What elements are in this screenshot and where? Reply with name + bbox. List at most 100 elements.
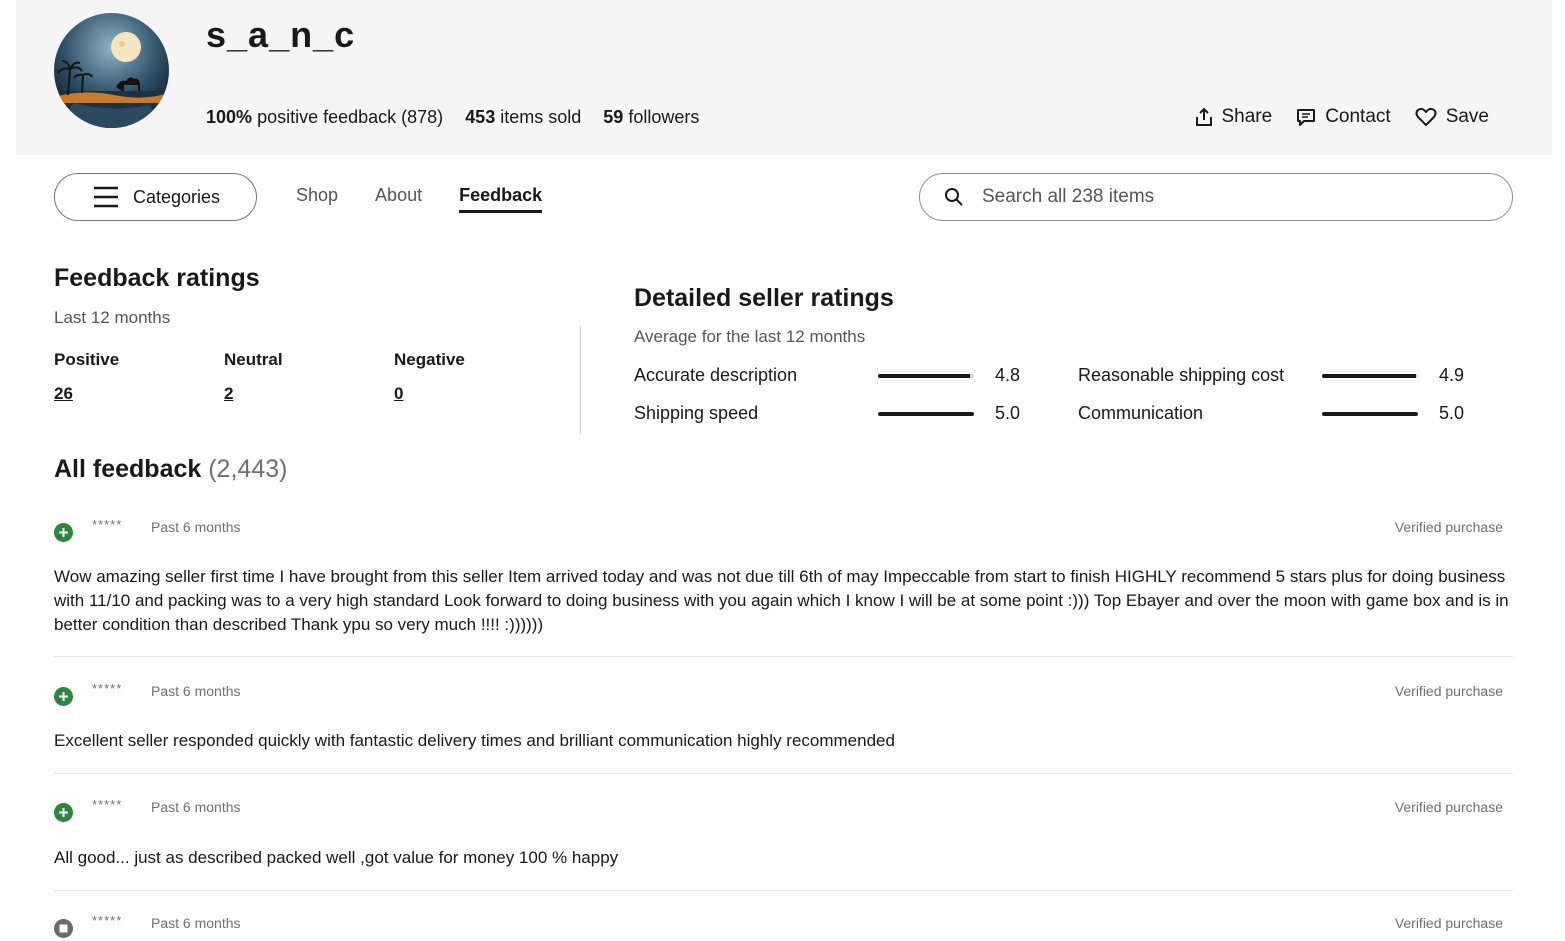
contact-label: Contact	[1325, 106, 1391, 127]
tab-feedback[interactable]: Feedback	[459, 185, 543, 213]
feedback-divider	[54, 656, 1513, 657]
positive-feedback-icon	[54, 687, 73, 706]
neutral-count-link[interactable]: 2	[224, 384, 394, 404]
feedback-divider	[54, 890, 1513, 891]
tab-about[interactable]: About	[375, 185, 422, 213]
neutral-feedback-icon	[54, 919, 73, 938]
rating-bar-fill	[878, 373, 971, 378]
tab-shop[interactable]: Shop	[296, 185, 338, 213]
feedback-meta: ***** Past 6 months Verified purchase	[54, 679, 1513, 706]
dsr-label: Shipping speed	[634, 403, 759, 423]
share-label: Share	[1221, 106, 1273, 127]
followers-count: 59	[603, 107, 624, 127]
feedback-user: *****	[92, 517, 123, 532]
items-sold-stat: 453 items sold	[465, 107, 581, 128]
dsr-score: 5.0	[1439, 403, 1465, 423]
save-button[interactable]: Save	[1415, 106, 1489, 128]
items-sold-count: 453	[465, 107, 496, 127]
followers-text: followers	[628, 107, 700, 127]
dsr-label: Accurate description	[634, 365, 798, 385]
feedback-user: *****	[92, 913, 123, 928]
all-feedback-count: (2,443)	[208, 455, 288, 483]
hamburger-menu-icon	[94, 186, 118, 208]
feedback-item: ***** Past 6 months Verified purchase Al…	[54, 795, 1513, 891]
feedback-counts: Positive 26 Neutral 2 Negative 0	[54, 350, 564, 404]
section-divider	[580, 326, 581, 434]
negative-count-group: Negative 0	[394, 350, 564, 404]
feedback-divider	[54, 773, 1513, 774]
feedback-ratings-title: Feedback ratings	[54, 264, 260, 292]
dsr-label: Communication	[1078, 403, 1204, 423]
positive-label: Positive	[54, 350, 120, 369]
store-avatar	[54, 13, 169, 128]
followers-stat: 59 followers	[603, 107, 699, 128]
rating-bar-fill	[1322, 373, 1417, 378]
feedback-time: Past 6 months	[151, 683, 241, 699]
rating-bar	[878, 373, 974, 378]
positive-count-group: Positive 26	[54, 350, 224, 404]
verified-purchase-label: Verified purchase	[1394, 799, 1503, 815]
dsr-shipping-speed: Shipping speed 5.0	[634, 403, 1020, 424]
categories-label: Categories	[133, 186, 221, 207]
feedback-comment: Excellent seller responded quickly with …	[54, 731, 895, 750]
store-search	[919, 173, 1513, 221]
all-feedback-title: All feedback	[54, 455, 202, 483]
dsr-score: 4.9	[1439, 365, 1465, 385]
rating-bar-fill	[878, 411, 974, 416]
dsr-shipping-cost: Reasonable shipping cost 4.9	[1078, 365, 1464, 386]
positive-feedback-stat: 100% positive feedback (878)	[206, 107, 443, 128]
message-icon	[1297, 109, 1316, 126]
positive-feedback-icon	[54, 523, 73, 542]
store-stats: 100% positive feedback (878) 453 items s…	[206, 107, 699, 128]
neutral-count-group: Neutral 2	[224, 350, 394, 404]
negative-count-link[interactable]: 0	[394, 384, 564, 404]
dsr-communication: Communication 5.0	[1078, 403, 1464, 424]
rating-bar	[1322, 411, 1418, 416]
feedback-meta: ***** Past 6 months Verified purchase	[54, 515, 1513, 542]
verified-purchase-label: Verified purchase	[1394, 519, 1503, 535]
store-name: s_a_n_c	[206, 14, 356, 55]
rating-bar	[1322, 373, 1418, 378]
store-nav-tabs: Shop About Feedback	[296, 185, 543, 213]
verified-purchase-label: Verified purchase	[1394, 683, 1503, 699]
search-input[interactable]	[982, 186, 1462, 208]
dsr-score: 5.0	[995, 403, 1021, 423]
feedback-item: ***** Past 6 months Verified purchase	[54, 911, 1513, 938]
feedback-comment: All good... just as described packed wel…	[54, 848, 619, 867]
share-icon	[1195, 107, 1212, 126]
detailed-ratings-subtitle: Average for the last 12 months	[634, 327, 866, 346]
feedback-time: Past 6 months	[151, 799, 241, 815]
feedback-item: ***** Past 6 months Verified purchase Wo…	[54, 515, 1513, 657]
items-sold-text: items sold	[500, 107, 582, 127]
positive-feedback-icon	[54, 803, 73, 822]
feedback-time: Past 6 months	[151, 915, 241, 931]
feedback-meta: ***** Past 6 months Verified purchase	[54, 911, 1513, 938]
negative-label: Negative	[394, 350, 465, 369]
feedback-comment: Wow amazing seller first time I have bro…	[54, 567, 1509, 634]
positive-count-link[interactable]: 26	[54, 384, 224, 404]
save-label: Save	[1445, 106, 1489, 127]
search-icon[interactable]	[944, 187, 964, 207]
categories-button[interactable]: Categories	[54, 173, 257, 221]
feedback-ratings-period: Last 12 months	[54, 308, 171, 327]
verified-purchase-label: Verified purchase	[1394, 915, 1503, 931]
share-button[interactable]: Share	[1195, 106, 1273, 128]
feedback-meta: ***** Past 6 months Verified purchase	[54, 795, 1513, 822]
feedback-user: *****	[92, 681, 123, 696]
dsr-label: Reasonable shipping cost	[1078, 365, 1285, 385]
feedback-item: ***** Past 6 months Verified purchase Ex…	[54, 679, 1513, 774]
rating-bar-fill	[1322, 411, 1418, 416]
feedback-time: Past 6 months	[151, 519, 241, 535]
all-feedback-heading: All feedback (2,443)	[54, 455, 287, 484]
dsr-accurate-description: Accurate description 4.8	[634, 365, 1020, 386]
dsr-score: 4.8	[995, 365, 1021, 385]
header-actions: Share Contact Save	[1195, 106, 1489, 128]
rating-bar	[878, 411, 974, 416]
contact-button[interactable]: Contact	[1296, 106, 1391, 128]
heart-icon	[1415, 107, 1437, 126]
positive-text: positive feedback (878)	[257, 107, 444, 127]
positive-pct: 100%	[206, 107, 253, 127]
detailed-ratings-title: Detailed seller ratings	[634, 284, 894, 312]
neutral-label: Neutral	[224, 350, 283, 369]
feedback-user: *****	[92, 797, 123, 812]
